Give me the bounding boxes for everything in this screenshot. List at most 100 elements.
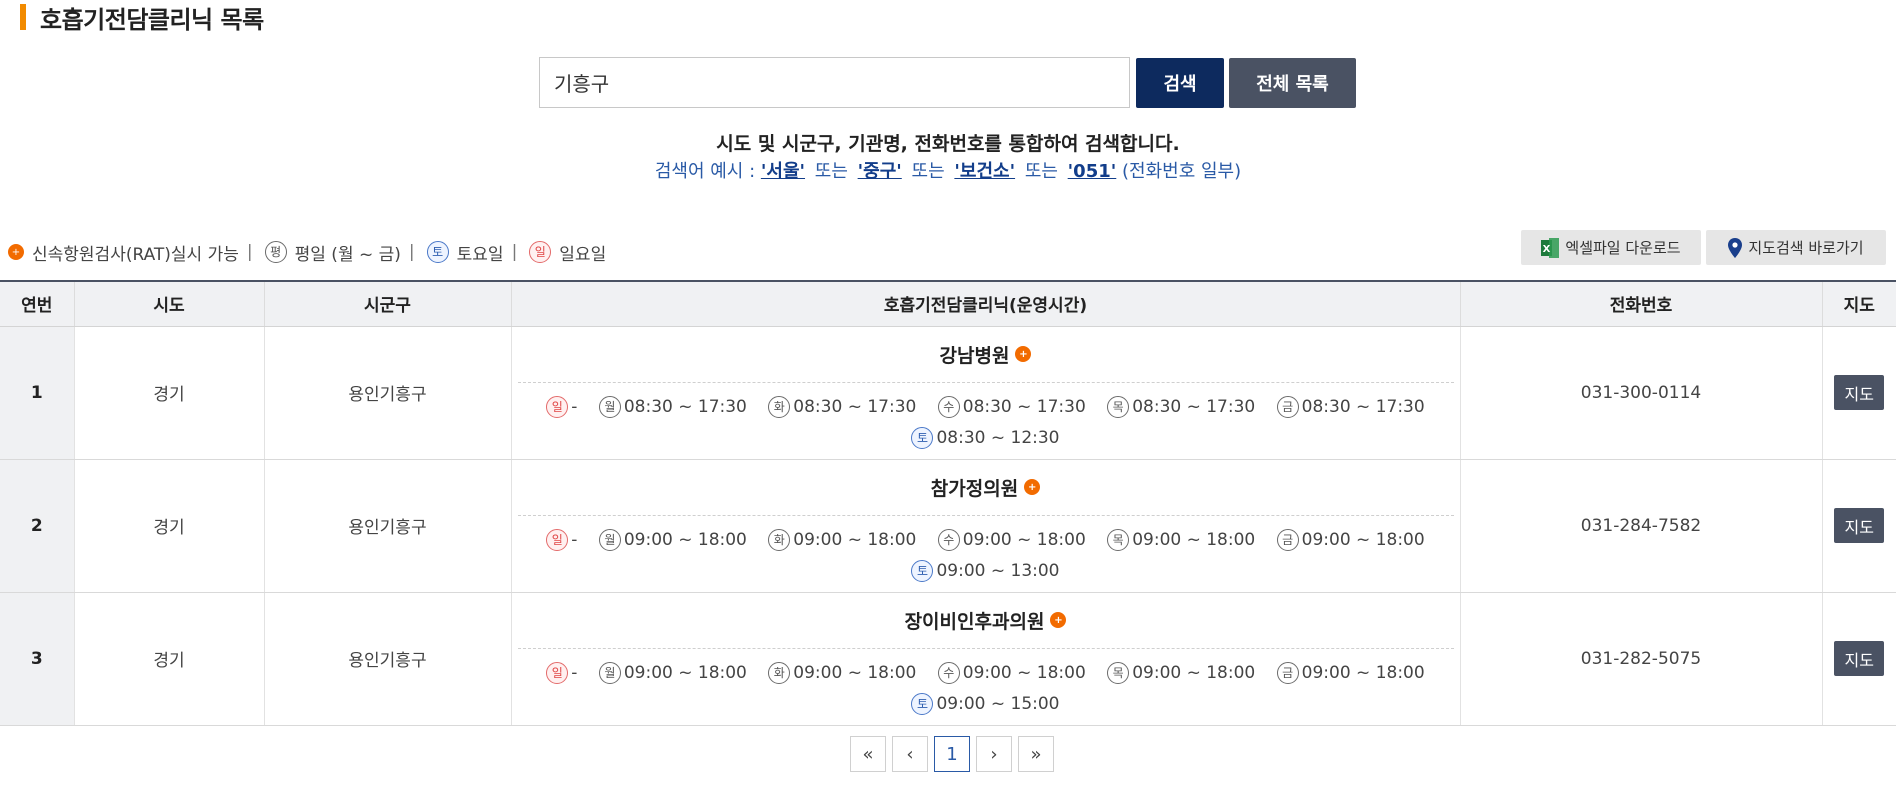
example-keyword-051[interactable]: '051' (1068, 161, 1117, 182)
hours-tue: 09:00 ~ 18:00 (793, 529, 917, 550)
hours-wed: 09:00 ~ 18:00 (962, 529, 1086, 550)
legend-divider: | (511, 242, 518, 262)
hours-sat: 08:30 ~ 12:30 (936, 427, 1060, 448)
rat-icon: + (8, 244, 24, 260)
row-clinic: 장이비인후과의원 + 일- 월 09:00 ~ 18:00 화 09:00 ~ 18… (510, 592, 1460, 726)
example-suffix: (전화번호 일부) (1122, 161, 1242, 182)
map-button[interactable]: 지도 (1834, 508, 1885, 543)
operating-hours: 일- 월 08:30 ~ 17:30 화 08:30 ~ 17:30 수 08:30 … (518, 383, 1454, 459)
map-search-label: 지도검색 바로가기 (1748, 239, 1864, 257)
row-sigungu: 용인기흥구 (263, 592, 511, 726)
friday-icon: 금 (1276, 528, 1299, 551)
hours-fri: 09:00 ~ 18:00 (1301, 529, 1425, 550)
prev-page-button[interactable]: ‹ (892, 736, 928, 772)
friday-icon: 금 (1276, 661, 1299, 684)
hours-sat: 09:00 ~ 15:00 (936, 693, 1060, 714)
row-phone: 031-300-0114 (1459, 326, 1822, 460)
clinic-name: 장이비인후과의원 + (517, 593, 1454, 649)
legend-weekday-label: 평일 (월 ~ 금) (294, 244, 401, 265)
tuesday-icon: 화 (768, 395, 791, 418)
legend-divider: | (408, 242, 415, 262)
search-input[interactable] (539, 57, 1130, 108)
tuesday-icon: 화 (768, 528, 791, 551)
excel-download-button[interactable]: X 엑셀파일 다운로드 (1521, 230, 1701, 265)
row-map: 지도 (1821, 459, 1896, 593)
last-page-button[interactable]: » (1018, 736, 1054, 772)
thursday-icon: 목 (1107, 661, 1130, 684)
search-button[interactable]: 검색 (1136, 58, 1224, 108)
saturday-icon: 토 (911, 426, 934, 449)
pagination: « ‹ 1 › » (850, 736, 1054, 772)
thursday-icon: 목 (1107, 395, 1130, 418)
hours-fri: 08:30 ~ 17:30 (1301, 396, 1425, 417)
clinic-name-text[interactable]: 강남병원 (940, 341, 1010, 368)
excel-download-label: 엑셀파일 다운로드 (1565, 239, 1681, 257)
sunday-icon: 일 (546, 395, 569, 418)
legend-sunday-label: 일요일 (559, 244, 607, 265)
monday-icon: 월 (598, 528, 621, 551)
operating-hours: 일- 월 09:00 ~ 18:00 화 09:00 ~ 18:00 수 09:00 … (518, 516, 1454, 592)
tuesday-icon: 화 (768, 661, 791, 684)
rat-icon: + (1024, 479, 1041, 495)
hours-sun: - (571, 662, 578, 683)
title-accent-bar (20, 4, 26, 30)
row-map: 지도 (1821, 592, 1896, 726)
clinic-name-text[interactable]: 참가정의원 (931, 474, 1018, 501)
rat-icon: + (1015, 346, 1032, 362)
next-page-button[interactable]: › (976, 736, 1012, 772)
example-keyword-seoul[interactable]: '서울' (761, 161, 805, 182)
row-map: 지도 (1821, 326, 1896, 460)
search-description: 시도 및 시군구, 기관명, 전화번호를 통합하여 검색합니다. (716, 133, 1180, 155)
row-clinic: 강남병원 + 일- 월 08:30 ~ 17:30 화 08:30 ~ 17:30 … (510, 326, 1460, 460)
clinic-table: 연번 시도 시군구 호흡기전담클리닉(운영시간) 전화번호 지도 1 경기 용인… (0, 280, 1896, 726)
row-no: 3 (0, 592, 74, 726)
wednesday-icon: 수 (937, 661, 960, 684)
hours-tue: 08:30 ~ 17:30 (793, 396, 917, 417)
header-clinic: 호흡기전담클리닉(운영시간) (510, 280, 1460, 327)
svg-text:X: X (1543, 244, 1551, 255)
clinic-name-text[interactable]: 장이비인후과의원 (905, 607, 1045, 634)
hours-tue: 09:00 ~ 18:00 (793, 662, 917, 683)
first-page-button[interactable]: « (850, 736, 886, 772)
map-search-button[interactable]: 지도검색 바로가기 (1706, 230, 1886, 265)
wednesday-icon: 수 (937, 528, 960, 551)
row-phone: 031-284-7582 (1459, 459, 1822, 593)
row-sigungu: 용인기흥구 (263, 459, 511, 593)
hours-mon: 09:00 ~ 18:00 (623, 662, 747, 683)
table-row: 3 경기 용인기흥구 장이비인후과의원 + 일- 월 09:00 ~ 18:00 … (0, 592, 1896, 726)
map-button[interactable]: 지도 (1834, 375, 1885, 410)
table-row: 1 경기 용인기흥구 강남병원 + 일- 월 08:30 ~ 17:30 화 08:… (0, 326, 1896, 460)
wednesday-icon: 수 (937, 395, 960, 418)
saturday-icon: 토 (426, 241, 449, 263)
clinic-name: 참가정의원 + (517, 460, 1454, 516)
hours-wed: 08:30 ~ 17:30 (962, 396, 1086, 417)
or-text: 또는 (911, 161, 945, 182)
search-example: 검색어 예시 : '서울' 또는 '중구' 또는 '보건소' 또는 '051' … (0, 157, 1896, 183)
table-header-row: 연번 시도 시군구 호흡기전담클리닉(운영시간) 전화번호 지도 (0, 280, 1896, 327)
hours-wed: 09:00 ~ 18:00 (962, 662, 1086, 683)
row-phone: 031-282-5075 (1459, 592, 1822, 726)
example-prefix: 검색어 예시 : (654, 161, 756, 182)
hours-mon: 09:00 ~ 18:00 (623, 529, 747, 550)
page-button-current[interactable]: 1 (934, 736, 970, 772)
clinic-name: 강남병원 + (517, 327, 1454, 383)
header-sigungu: 시군구 (263, 280, 511, 327)
hours-thu: 09:00 ~ 18:00 (1132, 529, 1256, 550)
row-sido: 경기 (73, 326, 264, 460)
header-phone: 전화번호 (1459, 280, 1822, 327)
sunday-icon: 일 (546, 528, 569, 551)
legend: + 신속항원검사(RAT)실시 가능 | 평 평일 (월 ~ 금) | 토 토요… (8, 238, 606, 266)
row-sido: 경기 (73, 592, 264, 726)
or-text: 또는 (814, 161, 848, 182)
or-text: 또는 (1024, 161, 1058, 182)
map-button[interactable]: 지도 (1834, 641, 1885, 676)
example-keyword-health-center[interactable]: '보건소' (954, 161, 1015, 182)
hours-sat: 09:00 ~ 13:00 (936, 560, 1060, 581)
page-title-text: 호흡기전담클리닉 목록 (40, 5, 264, 34)
hours-thu: 08:30 ~ 17:30 (1132, 396, 1256, 417)
header-no: 연번 (0, 280, 74, 327)
rat-icon: + (1050, 612, 1067, 628)
all-list-button[interactable]: 전체 목록 (1229, 58, 1356, 108)
legend-rat-label: 신속항원검사(RAT)실시 가능 (32, 244, 239, 265)
example-keyword-junggu[interactable]: '중구' (858, 161, 902, 182)
